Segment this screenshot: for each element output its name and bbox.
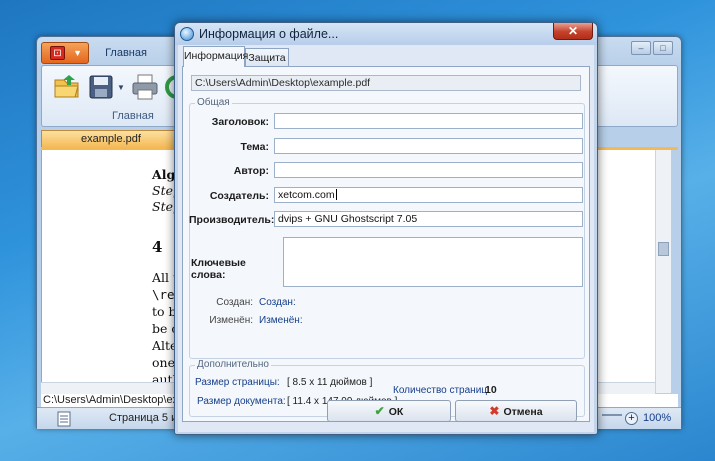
cancel-button-label: Отмена <box>503 406 543 418</box>
save-dropdown-icon[interactable]: ▼ <box>117 83 125 92</box>
cancel-button[interactable]: ✖ Отмена <box>455 400 577 422</box>
author-input[interactable] <box>274 162 583 178</box>
ribbon-tab-home[interactable]: Главная <box>95 43 157 63</box>
modified-value: Изменён: <box>259 315 303 326</box>
cross-icon: ✖ <box>489 404 500 418</box>
file-info-dialog: Информация о файле... ✕ Информация Защит… <box>174 22 598 435</box>
app-globe-icon <box>180 27 194 41</box>
subject-input[interactable] <box>274 138 583 154</box>
file-path-field: C:\Users\Admin\Desktop\example.pdf <box>191 75 581 91</box>
page-size-value: [ 8.5 x 11 дюймов ] <box>287 377 373 388</box>
keywords-input[interactable] <box>283 237 583 287</box>
creator-value: xetcom.com <box>278 189 335 201</box>
page-count-value: 10 <box>485 384 497 396</box>
maximize-button[interactable]: □ <box>653 41 673 55</box>
creator-input[interactable]: xetcom.com <box>274 187 583 203</box>
dialog-body: Информация Защита C:\Users\Admin\Desktop… <box>178 45 594 432</box>
minimize-button[interactable]: – <box>631 41 651 55</box>
dropdown-arrow-icon: ▼ <box>73 48 82 58</box>
open-folder-icon[interactable] <box>52 72 82 102</box>
producer-input[interactable]: dvips + GNU Ghostscript 7.05 <box>274 211 583 227</box>
ok-button[interactable]: ✔ ОК <box>327 400 451 422</box>
document-pages-icon[interactable] <box>57 411 71 427</box>
producer-label: Производитель: <box>189 214 275 226</box>
title-label: Заголовок: <box>211 116 269 128</box>
scroll-thumb[interactable] <box>658 242 669 256</box>
dialog-titlebar[interactable]: Информация о файле... <box>175 23 597 45</box>
close-button[interactable]: ✕ <box>553 23 593 40</box>
app-logo-icon: ⊡ <box>50 46 65 60</box>
document-tab[interactable]: example.pdf <box>41 130 181 148</box>
zoom-slider[interactable] <box>602 414 622 416</box>
creator-label: Создатель: <box>209 190 269 202</box>
text-caret <box>335 189 337 200</box>
print-icon[interactable] <box>130 72 160 102</box>
ok-button-label: ОК <box>388 406 404 418</box>
tab-information[interactable]: Информация <box>183 46 248 67</box>
dialog-title: Информация о файле... <box>199 27 339 41</box>
tab-panel-information: C:\Users\Admin\Desktop\example.pdf Общая… <box>182 66 590 422</box>
app-menu-button[interactable]: ⊡ ▼ <box>41 42 89 64</box>
save-icon[interactable] <box>86 72 116 102</box>
created-label: Создан: <box>216 297 253 308</box>
author-label: Автор: <box>233 165 269 177</box>
page-count-label: Количество страниц: <box>393 385 490 396</box>
page-size-label: Размер страницы: <box>195 377 280 388</box>
keywords-label: Ключевые слова: <box>191 257 246 281</box>
checkmark-icon: ✔ <box>374 404 385 418</box>
general-legend: Общая <box>195 97 232 108</box>
vertical-scrollbar[interactable] <box>655 150 671 393</box>
title-input[interactable] <box>274 113 583 129</box>
subject-label: Тема: <box>240 141 269 153</box>
additional-legend: Дополнительно <box>195 359 271 370</box>
window-controls: – □ <box>629 41 673 55</box>
tab-protection[interactable]: Защита <box>245 48 289 67</box>
ribbon-group-label: Главная <box>112 110 154 122</box>
zoom-in-icon[interactable]: + <box>625 412 638 425</box>
created-value: Создан: <box>259 297 296 308</box>
doc-section-number: 4 <box>152 238 163 256</box>
doc-size-label: Размер документа: <box>197 396 286 407</box>
zoom-level: 100% <box>643 412 672 424</box>
modified-label: Изменён: <box>209 315 253 326</box>
